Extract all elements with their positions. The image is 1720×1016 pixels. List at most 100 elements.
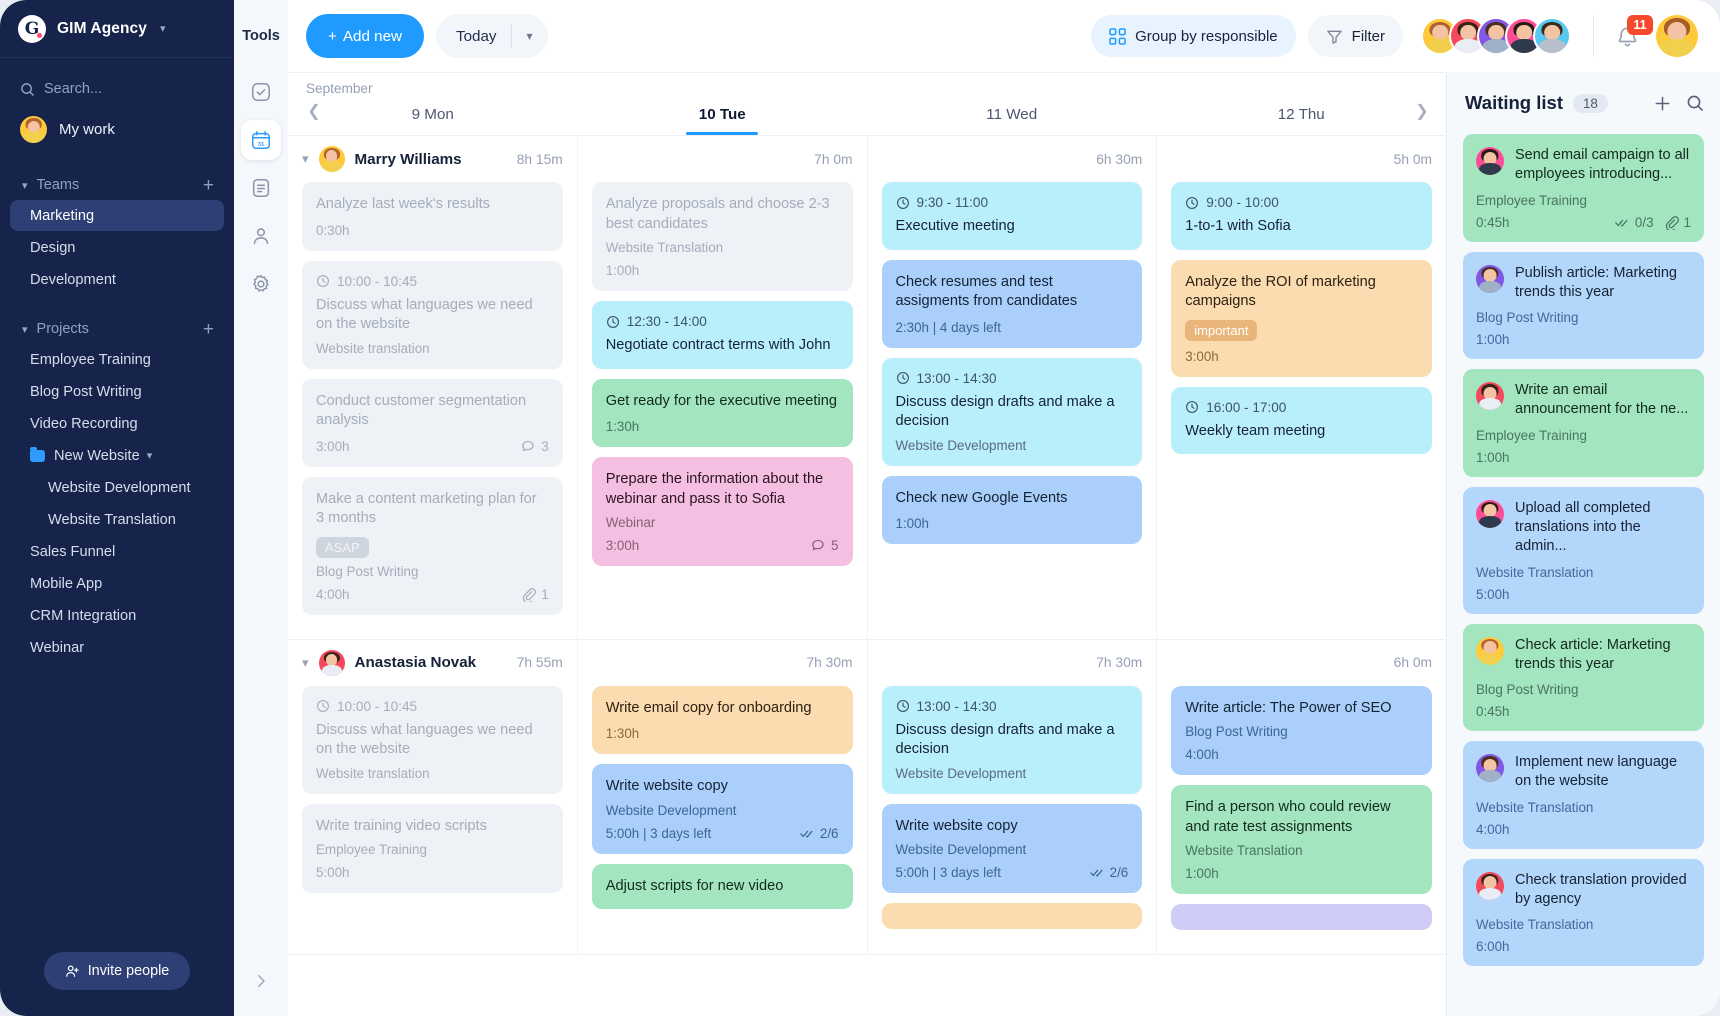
rail-item-settings[interactable] [241,264,281,304]
invite-people-button[interactable]: Invite people [43,952,191,990]
task-card[interactable]: Write email copy for onboarding 1:30h [591,685,853,755]
task-time: 9:30 - 11:00 [896,195,1129,210]
task-card[interactable]: Check new Google Events 1:00h [881,475,1143,545]
task-card[interactable] [1171,904,1432,931]
task-card[interactable]: Write training video scripts Employee Tra… [302,803,563,894]
sidebar-item-new-website[interactable]: New Website ▾ [10,440,224,471]
chevron-down-icon[interactable]: ▾ [302,655,309,671]
sidebar-item-website-translation[interactable]: Website Translation [10,504,224,535]
gear-icon [253,274,269,292]
task-card[interactable]: Get ready for the executive meeting 1:30h [591,378,853,448]
day-header-12-thu[interactable]: 12 Thu [1157,73,1447,135]
task-card[interactable]: Conduct customer segmentation analysis 3:… [302,378,563,467]
waiting-list-card[interactable]: Upload all completed translations into t… [1463,486,1704,614]
waiting-list-card[interactable]: Check article: Marketing trends this yea… [1463,623,1704,732]
task-card[interactable]: 13:00 - 14:30 Discuss design drafts and m… [881,685,1143,794]
waiting-list-card[interactable]: Publish article: Marketing trends this y… [1463,251,1704,360]
notifications-button[interactable]: 11 [1610,15,1653,53]
task-card[interactable]: 10:00 - 10:45 Discuss what languages we n… [302,260,563,369]
sidebar-group-label: Teams [36,177,80,193]
task-card[interactable]: Adjust scripts for new video [591,863,853,910]
search-input[interactable]: Search... [0,72,234,106]
waiting-list-card[interactable]: Check translation provided by agency Webs… [1463,858,1704,967]
today-selector[interactable]: Today ▾ [435,14,548,58]
rail-item-notes[interactable] [241,168,281,208]
teams-list: Marketing Design Development [0,200,234,295]
task-card[interactable]: 9:00 - 10:00 1-to-1 with Sofia [1171,182,1432,250]
waiting-list-card[interactable]: Send email campaign to all employees int… [1463,134,1704,242]
clock-icon [1186,401,1199,414]
day-header-11-wed[interactable]: 11 Wed [867,73,1157,135]
task-card[interactable]: Analyze last week's results 0:30h [302,182,563,251]
waiting-card-top: Send email campaign to all employees int… [1476,146,1691,185]
waiting-list-card[interactable]: Implement new language on the website Web… [1463,741,1704,849]
task-title: Check new Google Events [895,489,1068,506]
user-avatar[interactable] [1656,15,1698,57]
task-card[interactable] [881,903,1143,930]
day-header-10-tue[interactable]: 10 Tue [578,73,868,135]
day-total-time: 6h 0m [1393,655,1432,671]
add-waiting-task-button[interactable] [1653,94,1672,113]
sidebar-item-my-work[interactable]: My work [0,108,234,151]
avatar[interactable] [1533,17,1571,55]
chevron-right-icon [258,975,265,987]
task-card[interactable]: Prepare the information about the webina… [591,457,853,567]
sidebar-item-employee-training[interactable]: Employee Training [10,344,224,375]
task-card[interactable]: 13:00 - 14:30 Discuss design drafts and m… [881,357,1143,466]
task-project: Website Translation [605,240,724,256]
sidebar-item-crm-integration[interactable]: CRM Integration [10,600,224,631]
rail-item-people[interactable] [241,216,281,256]
paperclip-icon [1665,215,1679,230]
expand-sidebar-button[interactable] [252,972,270,990]
member-avatars[interactable] [1415,17,1571,55]
task-card[interactable]: Find a person who could review and rate … [1171,785,1432,895]
task-title: Weekly team meeting [1185,422,1326,439]
task-card[interactable]: Write website copy Website Development 5:0… [591,764,853,854]
task-title: Make a content marketing plan for 3 mont… [316,490,537,527]
sidebar-item-development[interactable]: Development [10,264,224,295]
sidebar-group-teams[interactable]: ▾ Teams + [0,171,234,199]
rail-item-tasks[interactable] [241,72,281,112]
group-by-responsible-button[interactable]: Group by responsible [1091,15,1296,57]
task-card[interactable]: 12:30 - 14:00 Negotiate contract terms wi… [591,301,853,369]
filter-icon [1326,30,1342,44]
person-header: 7h 30m [592,640,852,686]
day-header-9-mon[interactable]: 9 Mon [288,73,578,135]
waiting-list-card[interactable]: Write an email announcement for the ne..… [1463,369,1704,477]
waiting-list-search-button[interactable] [1686,94,1704,112]
sidebar-group-projects[interactable]: ▾ Projects + [0,315,234,343]
person-header: 5h 0m [1171,136,1432,182]
day-column: ▾ Marry Williams 8h 15m Analyze last week's… [288,136,578,639]
sidebar-item-webinar[interactable]: Webinar [10,632,224,663]
sidebar-item-design[interactable]: Design [10,232,224,263]
sidebar-item-sales-funnel[interactable]: Sales Funnel [10,536,224,567]
chevron-down-icon[interactable]: ▾ [512,29,548,43]
day-column: ▾ Anastasia Novak 7h 55m 10:00 - 10:45 Discu… [288,639,578,955]
avatar [318,649,345,676]
task-title: Find a person who could review and rate … [1185,799,1391,835]
sidebar-item-video-recording[interactable]: Video Recording [10,408,224,439]
sidebar-item-mobile-app[interactable]: Mobile App [10,568,224,599]
task-card[interactable]: Write website copy Website Development 5:0… [881,803,1143,894]
toolbar-right: Group by responsible Filter 11 [1091,15,1720,57]
task-card[interactable]: Check resumes and test assigments from c… [881,259,1143,348]
add-team-button[interactable]: + [203,176,214,195]
filter-button[interactable]: Filter [1307,15,1403,57]
task-card[interactable]: 16:00 - 17:00 Weekly team meeting [1171,386,1432,455]
task-card[interactable]: 10:00 - 10:45 Discuss what languages we n… [302,685,563,794]
task-card[interactable]: 9:30 - 11:00 Executive meeting [881,182,1143,250]
workspace-switcher[interactable]: G GIM Agency ▾ [0,0,234,58]
sidebar-item-blog-post-writing[interactable]: Blog Post Writing [10,376,224,407]
add-new-button[interactable]: + Add new [306,14,424,58]
task-card[interactable]: Analyze the ROI of marketing campaigns im… [1171,259,1432,377]
sidebar-item-website-development[interactable]: Website Development [10,472,224,503]
rail-item-calendar[interactable]: 31 [241,120,281,160]
task-card[interactable]: Write article: The Power of SEO Blog Post… [1171,685,1432,776]
sidebar-item-marketing[interactable]: Marketing [10,200,224,231]
task-card[interactable]: Analyze proposals and choose 2-3 best ca… [591,182,853,292]
task-card[interactable]: Make a content marketing plan for 3 mont… [302,476,563,615]
chevron-down-icon[interactable]: ▾ [302,151,309,167]
day-column: 7h 30m 13:00 - 14:30 Discuss design drafts… [868,639,1158,955]
add-project-button[interactable]: + [203,320,214,339]
comment-icon [812,540,824,551]
